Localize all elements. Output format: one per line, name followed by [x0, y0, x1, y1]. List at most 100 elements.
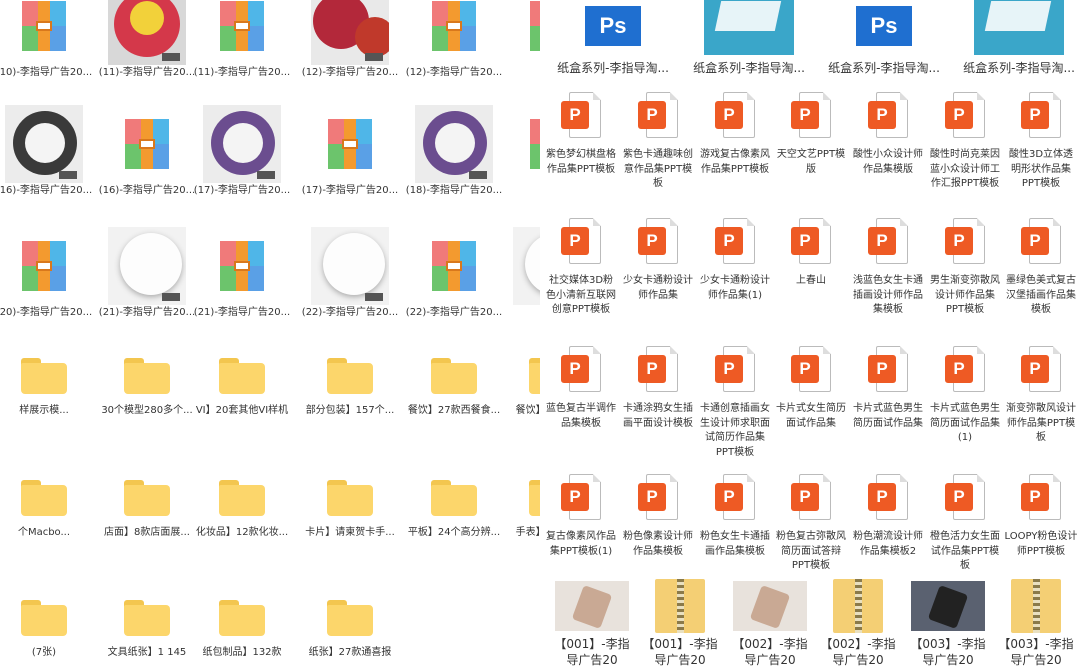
ppt-file-item[interactable]: P 卡片式蓝色男生简历面试作品集 — [851, 346, 925, 431]
folder-icon — [124, 358, 170, 394]
ppt-file-item[interactable]: P 上春山 — [774, 218, 848, 289]
folder-item[interactable]: 手表】62个高品 — [500, 474, 540, 539]
file-item[interactable]: (18)-李指导广告20... — [402, 104, 506, 197]
ppt-file-item[interactable]: P 少女卡通粉设计师作品集 — [621, 218, 695, 303]
folder-item[interactable]: 部分包装】157个... — [298, 352, 402, 417]
folder-item[interactable]: 纸张】27款通喜报 — [298, 594, 402, 659]
ppt-file-item[interactable]: P 卡通涂鸦女生插画平面设计模板 — [621, 346, 695, 431]
archive-icon — [530, 119, 540, 169]
file-item[interactable]: (22)-李指导广告20... — [298, 226, 402, 319]
file-item[interactable]: 纸盒系列-李指导淘... — [960, 0, 1078, 76]
ppt-file-item[interactable]: P 酸性时尚克莱因蓝小众设计师工作汇报PPT模板 — [928, 92, 1002, 192]
file-name-label: 纸盒系列-李指导淘... — [963, 61, 1075, 75]
file-item[interactable]: (22)-李指导广告20... — [402, 226, 506, 319]
file-name-label: 文具纸张】1 145 — [107, 647, 187, 658]
powerpoint-file-icon: P — [715, 92, 755, 140]
ppt-file-item[interactable]: P 粉色潮流设计师作品集模板2 — [851, 474, 925, 559]
archive-icon — [530, 1, 540, 51]
folder-item[interactable]: 卡片】请柬贺卡手... — [298, 474, 402, 539]
file-item[interactable]: 纸盒系列-李指导淘... — [690, 0, 808, 76]
ppt-file-item[interactable]: P 卡通创意插画女生设计师求职面试简历作品集PPT模板 — [698, 346, 772, 460]
ppt-file-item[interactable]: P 游戏复古像素风作品集PPT模板 — [698, 92, 772, 177]
file-item[interactable]: (11)-李指导广告20... — [190, 0, 294, 79]
file-item[interactable]: Ps 纸盒系列-李指导淘... — [554, 0, 672, 76]
powerpoint-file-icon: P — [715, 346, 755, 394]
ppt-file-item[interactable]: P 墨绿色美式复古汉堡插画作品集模板 — [1004, 218, 1078, 318]
folder-item[interactable]: 样展示模... — [0, 352, 96, 417]
folder-item[interactable]: VI】20套其他VI样机 — [190, 352, 294, 417]
folder-item[interactable]: (7张) — [0, 594, 96, 659]
file-name-label: 粉色像素设计师作品集模板 — [623, 531, 693, 557]
file-name-label: (18)- — [500, 184, 541, 197]
file-name-label: (18)-李指导广告20... — [405, 185, 503, 196]
powerpoint-file-icon: P — [791, 346, 831, 394]
ppt-file-item[interactable]: P 粉色复古弥散风简历面试答辩PPT模板 — [774, 474, 848, 574]
folder-item[interactable]: 平板】24个高分辨... — [402, 474, 506, 539]
folder-item[interactable]: 30个模型280多个... — [95, 352, 199, 417]
file-item[interactable]: (10)-李指导广告20... — [0, 0, 96, 79]
file-item[interactable]: (23)- — [500, 226, 540, 319]
ppt-file-item[interactable]: P 紫色卡通趣味创意作品集PPT模板 — [621, 92, 695, 192]
ppt-file-item[interactable]: P 酸性3D立体透明形状作品集PPT模板 — [1004, 92, 1078, 192]
chip-purple-thumbnail — [203, 105, 281, 183]
file-name-label: 粉色女生卡通插画作品集模板 — [700, 531, 770, 557]
folder-item[interactable]: 文具纸张】1 145 — [95, 594, 199, 659]
right-file-pane: Ps 纸盒系列-李指导淘... 纸盒系列-李指导淘... Ps 纸盒系列-李指导淘...… — [540, 0, 1080, 669]
folder-item[interactable]: 个Macbo... — [0, 474, 96, 539]
file-item[interactable]: (12)-李指导广告20... — [402, 0, 506, 79]
ppt-file-item[interactable]: P 紫色梦幻棋盘格作品集PPT模板 — [544, 92, 618, 177]
file-item[interactable]: (18)- — [500, 104, 540, 197]
box-mockup-thumbnail — [704, 0, 794, 55]
file-name-label: (20)-李指导广告20... — [0, 307, 93, 318]
archive-icon — [328, 119, 372, 169]
ppt-file-item[interactable]: P 男生渐变弥散风设计师作品集PPT模板 — [928, 218, 1002, 318]
ppt-file-item[interactable]: P 卡片式女生简历面试作品集 — [774, 346, 848, 431]
file-item[interactable]: 【001】-李指导广告20 — [638, 578, 722, 668]
powerpoint-file-icon: P — [791, 474, 831, 522]
ppt-file-item[interactable]: P LOOPY粉色设计师PPT模板 — [1004, 474, 1078, 559]
ppt-file-item[interactable]: P 酸性小众设计师作品集模版 — [851, 92, 925, 177]
folder-icon — [219, 358, 265, 394]
file-item[interactable]: (17)-李指导广告20... — [298, 104, 402, 197]
ppt-file-item[interactable]: P 复古像素风作品集PPT模板(1) — [544, 474, 618, 559]
file-name-label: 纸包制品】132款 — [202, 647, 282, 658]
file-item[interactable]: 【002】-李指导广告20 — [728, 578, 812, 668]
file-item[interactable]: Ps 纸盒系列-李指导淘... — [825, 0, 943, 76]
file-name-label: 纸盒系列-李指导淘... — [557, 61, 669, 75]
ppt-file-item[interactable]: P 渐变弥散风设计师作品集PPT模板 — [1004, 346, 1078, 446]
ppt-file-item[interactable]: P 少女卡通粉设计师作品集(1) — [698, 218, 772, 303]
ppt-file-item[interactable]: P 浅蓝色女生卡通插画设计师作品集模板 — [851, 218, 925, 318]
folder-item[interactable]: 餐饮】30款鱼类 — [500, 352, 540, 417]
file-item[interactable]: (11)-李指导广告20... — [95, 0, 199, 79]
file-item[interactable]: (21)-李指导广告20... — [190, 226, 294, 319]
file-item[interactable]: (21)-李指导广告20... — [95, 226, 199, 319]
folder-item[interactable]: 店面】8款店面展... — [95, 474, 199, 539]
file-item[interactable]: (12)-李指导广告20... — [298, 0, 402, 79]
file-name-label: 卡片式女生简历面试作品集 — [776, 403, 846, 429]
folder-icon — [21, 480, 67, 516]
archive-icon — [125, 119, 169, 169]
ppt-file-item[interactable]: P 社交媒体3D粉色小清新互联网创意PPT模板 — [544, 218, 618, 318]
ppt-file-item[interactable]: P 蓝色复古半调作品集模板 — [544, 346, 618, 431]
file-item[interactable]: 【002】-李指导广告20 — [816, 578, 900, 668]
file-item[interactable]: 【001】-李指导广告20 — [550, 578, 634, 668]
file-item[interactable]: (16)-李指导广告20... — [0, 104, 96, 197]
folder-item[interactable]: 化妆品】12款化妆... — [190, 474, 294, 539]
file-item[interactable]: (16)-李指导广告20... — [95, 104, 199, 197]
file-name-label: (16)-李指导广告20... — [0, 185, 93, 196]
file-item[interactable]: (13)- — [500, 0, 540, 79]
ppt-file-item[interactable]: P 粉色女生卡通插画作品集模板 — [698, 474, 772, 559]
ppt-file-item[interactable]: P 卡片式蓝色男生简历面试作品集(1) — [928, 346, 1002, 446]
file-name-label: 少女卡通粉设计师作品集(1) — [700, 275, 770, 301]
file-item[interactable]: (20)-李指导广告20... — [0, 226, 96, 319]
folder-item[interactable]: 餐饮】27款西餐食... — [402, 352, 506, 417]
ppt-file-item[interactable]: P 橙色活力女生面试作品集PPT模板 — [928, 474, 1002, 574]
file-name-label: 卡通涂鸦女生插画平面设计模板 — [623, 403, 693, 429]
ppt-file-item[interactable]: P 粉色像素设计师作品集模板 — [621, 474, 695, 559]
file-item[interactable]: 【003】-李指导广告20 — [994, 578, 1078, 668]
folder-item[interactable]: 纸包制品】132款 — [190, 594, 294, 659]
ppt-file-item[interactable]: P 天空文艺PPT模版 — [774, 92, 848, 177]
file-name-label: (17)-李指导广告20... — [193, 185, 291, 196]
file-item[interactable]: (17)-李指导广告20... — [190, 104, 294, 197]
file-item[interactable]: 【003】-李指导广告20 — [906, 578, 990, 668]
